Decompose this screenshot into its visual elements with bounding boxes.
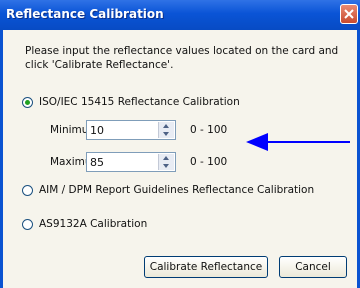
radio-aim-dpm[interactable]: AIM / DPM Report Guidelines Reflectance … (22, 184, 314, 196)
cancel-button[interactable]: Cancel (279, 256, 347, 278)
radio-as9132a[interactable]: AS9132A Calibration (22, 218, 147, 230)
radio-button-unchecked[interactable] (22, 218, 33, 230)
calibrate-reflectance-button[interactable]: Calibrate Reflectance (144, 256, 268, 278)
arrow-left-icon (246, 133, 350, 151)
radio-button-unchecked[interactable] (22, 184, 33, 196)
radio-label-as9132a: AS9132A Calibration (39, 218, 148, 230)
radio-label-aim-dpm: AIM / DPM Report Guidelines Reflectance … (39, 184, 315, 196)
